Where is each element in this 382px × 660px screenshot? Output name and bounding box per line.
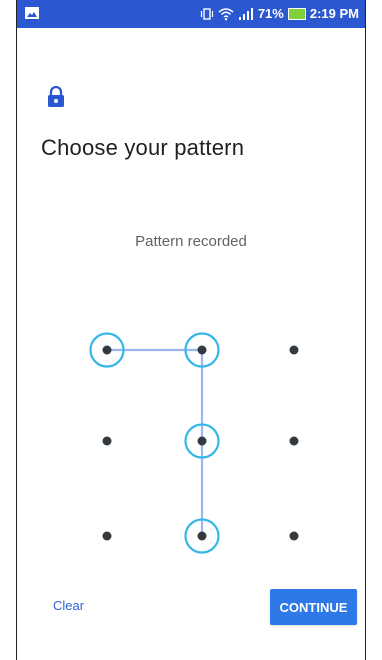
status-bar: 71% 2:19 PM bbox=[17, 0, 365, 28]
battery-icon bbox=[287, 7, 306, 20]
status-time: 2:19 PM bbox=[309, 6, 359, 21]
pattern-node-middle-right[interactable] bbox=[289, 436, 299, 446]
lock-icon bbox=[47, 86, 65, 108]
pattern-grid[interactable] bbox=[17, 298, 365, 588]
signal-icon bbox=[238, 7, 254, 21]
wifi-icon bbox=[218, 7, 234, 21]
pattern-node-bottom-left[interactable] bbox=[102, 531, 112, 541]
clear-button[interactable]: Clear bbox=[53, 598, 84, 613]
battery-percent: 71% bbox=[257, 6, 284, 21]
pattern-node-top-right[interactable] bbox=[289, 345, 299, 355]
screen: 71% 2:19 PM Choose your pattern Pattern … bbox=[17, 0, 365, 660]
pattern-node-middle-left[interactable] bbox=[102, 436, 112, 446]
page-title: Choose your pattern bbox=[41, 135, 245, 160]
pattern-node-bottom-right[interactable] bbox=[289, 531, 299, 541]
right-bezel bbox=[365, 0, 382, 660]
pattern-setup-content: Choose your pattern Pattern recorded Cle… bbox=[17, 28, 365, 660]
continue-button[interactable]: CONTINUE bbox=[270, 589, 357, 625]
phone-frame: 71% 2:19 PM Choose your pattern Pattern … bbox=[0, 0, 382, 660]
image-icon bbox=[25, 7, 39, 19]
vibrate-icon bbox=[200, 7, 214, 21]
left-bezel bbox=[0, 0, 17, 660]
status-icons: 71% 2:19 PM bbox=[200, 6, 359, 21]
pattern-status: Pattern recorded bbox=[135, 233, 247, 250]
